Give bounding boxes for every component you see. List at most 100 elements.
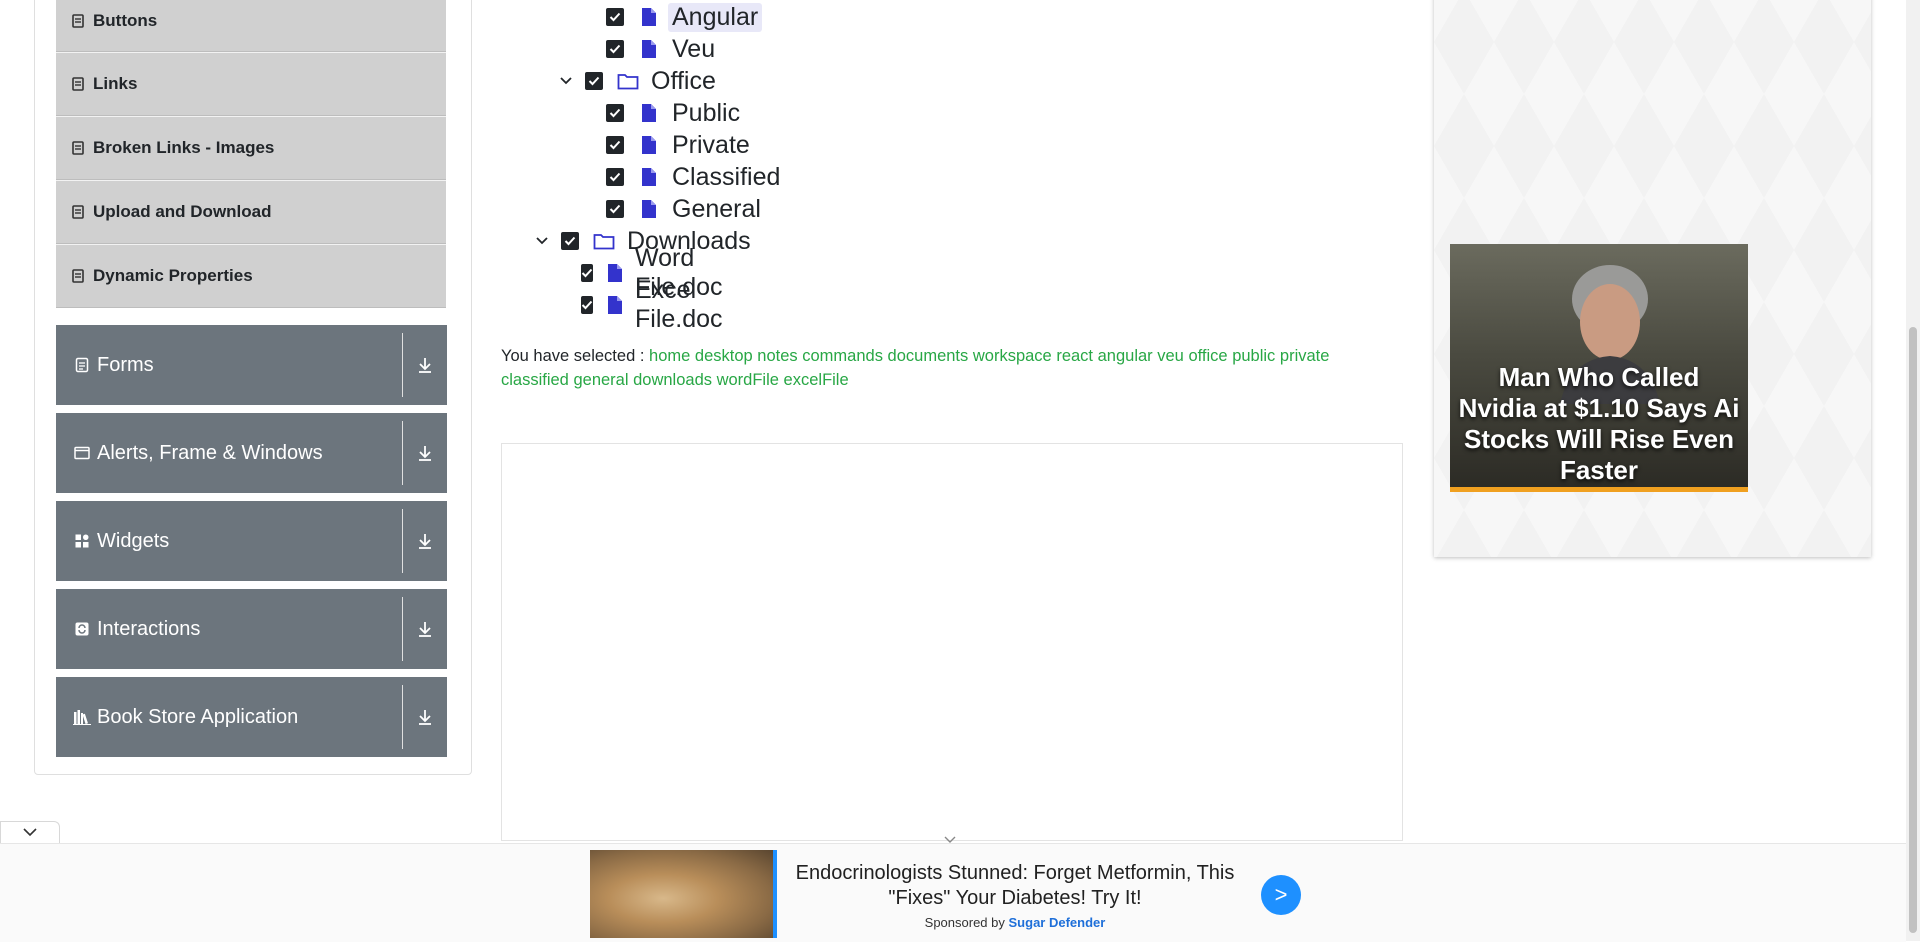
- file-icon: [607, 293, 623, 317]
- bottom-ad-accent: [773, 850, 777, 938]
- chevron-down-icon: [942, 832, 958, 843]
- download-arrow-icon[interactable]: [413, 325, 437, 405]
- tree-node-label: General: [672, 194, 761, 223]
- tree-node-label: Office: [651, 66, 716, 95]
- selected-item: general: [573, 371, 629, 389]
- selected-item: downloads: [633, 371, 712, 389]
- scrollbar-thumb[interactable]: [1909, 327, 1917, 933]
- file-icon: [638, 133, 660, 157]
- checkbox-checked[interactable]: [561, 232, 579, 250]
- folder-icon: [617, 69, 639, 93]
- checkbox-checked[interactable]: [581, 296, 593, 314]
- selected-item: workspace: [972, 347, 1052, 365]
- chevron-down-icon[interactable]: [533, 232, 551, 250]
- list-icon: [70, 268, 86, 284]
- bottom-ad-sponsor: Sponsored by Sugar Defender: [780, 915, 1250, 930]
- checkbox-checked[interactable]: [606, 168, 624, 186]
- folder-icon: [593, 229, 615, 253]
- checkbox-checked[interactable]: [585, 72, 603, 90]
- list-icon: [70, 140, 86, 156]
- group-label: Widgets: [97, 529, 170, 552]
- file-icon: [638, 5, 660, 29]
- window-icon: [73, 444, 91, 462]
- tree-node-label: Angular: [668, 2, 763, 32]
- menu-item-links[interactable]: Links: [56, 52, 446, 116]
- document-icon: [73, 356, 91, 374]
- download-arrow-icon[interactable]: [413, 677, 437, 757]
- download-arrow-icon[interactable]: [413, 501, 437, 581]
- menu-item-dynamic-properties[interactable]: Dynamic Properties: [56, 244, 446, 308]
- group-interactions[interactable]: Interactions: [56, 589, 447, 669]
- selected-item: notes: [757, 347, 798, 365]
- group-forms[interactable]: Forms: [56, 325, 447, 405]
- selected-item: angular: [1097, 347, 1153, 365]
- list-icon: [70, 13, 86, 29]
- group-label: Forms: [97, 353, 154, 376]
- books-icon: [73, 708, 91, 726]
- checkbox-checked[interactable]: [606, 104, 624, 122]
- selection-result: You have selected : home desktop notes c…: [501, 344, 1401, 392]
- interaction-icon: [73, 620, 91, 638]
- menu-item-buttons[interactable]: Buttons: [56, 0, 446, 52]
- file-icon: [638, 101, 660, 125]
- tree-node-angular[interactable]: Angular: [606, 2, 763, 32]
- tree-node-veu[interactable]: Veu: [606, 34, 715, 64]
- bottom-ad-image[interactable]: [590, 850, 773, 938]
- group-label: Alerts, Frame & Windows: [97, 441, 323, 464]
- selected-item: desktop: [694, 347, 753, 365]
- ad-go-button[interactable]: >: [1261, 875, 1301, 915]
- menu-item-broken-links[interactable]: Broken Links - Images: [56, 116, 446, 180]
- sponsored-prefix: Sponsored by: [924, 915, 1005, 930]
- tree-node-public[interactable]: Public: [606, 98, 740, 128]
- side-ad-accent-bar: [1450, 487, 1748, 492]
- side-ad-card[interactable]: Man Who Called Nvidia at $1.10 Says Ai S…: [1450, 244, 1748, 492]
- selected-item: private: [1279, 347, 1330, 365]
- menu-item-upload-download[interactable]: Upload and Download: [56, 180, 446, 244]
- sponsor-link[interactable]: Sugar Defender: [1009, 915, 1106, 930]
- checkbox-checked[interactable]: [606, 136, 624, 154]
- download-arrow-icon[interactable]: [413, 413, 437, 493]
- menu-item-label: Broken Links - Images: [93, 138, 275, 157]
- tree-node-general[interactable]: General: [606, 194, 761, 224]
- checkbox-checked[interactable]: [606, 200, 624, 218]
- selected-item: excelFile: [783, 371, 849, 389]
- tree-node-classified[interactable]: Classified: [606, 162, 780, 192]
- tree-node-label: Excel File.doc: [635, 276, 723, 333]
- group-widgets[interactable]: Widgets: [56, 501, 447, 581]
- list-icon: [70, 76, 86, 92]
- selected-item: documents: [887, 347, 969, 365]
- selected-item: home: [649, 347, 691, 365]
- bottom-ad-headline[interactable]: Endocrinologists Stunned: Forget Metform…: [780, 861, 1250, 911]
- group-book-store[interactable]: Book Store Application: [56, 677, 447, 757]
- elements-submenu: Buttons Links Broken Links - Images Uplo…: [56, 0, 446, 308]
- file-icon: [638, 37, 660, 61]
- group-divider: [402, 333, 403, 397]
- tree-node-office[interactable]: Office: [557, 66, 716, 96]
- side-ad-headline: Man Who Called Nvidia at $1.10 Says Ai S…: [1458, 362, 1740, 485]
- group-divider: [402, 509, 403, 573]
- checkbox-checked[interactable]: [606, 8, 624, 26]
- group-divider: [402, 421, 403, 485]
- menu-item-label: Links: [93, 74, 138, 93]
- menu-item-label: Buttons: [93, 11, 158, 30]
- ad-frame: [501, 443, 1403, 841]
- selected-item: office: [1188, 347, 1228, 365]
- group-label: Interactions: [97, 617, 201, 640]
- sidebar-groups: Forms Alerts, Frame & Windows Widgets In…: [56, 325, 447, 765]
- tree-node-label: Public: [672, 98, 741, 127]
- checkbox-checked[interactable]: [606, 40, 624, 58]
- download-arrow-icon[interactable]: [413, 589, 437, 669]
- tree-node-excel-file[interactable]: Excel File.doc: [581, 276, 735, 333]
- menu-item-label: Upload and Download: [93, 202, 272, 221]
- selected-item: react: [1056, 347, 1094, 365]
- chevron-down-icon[interactable]: [557, 72, 575, 90]
- result-prefix: You have selected :: [501, 347, 645, 365]
- checkbox-checked[interactable]: [581, 264, 593, 282]
- tree-node-private[interactable]: Private: [606, 130, 750, 160]
- tree-node-label: Classified: [672, 162, 781, 191]
- group-alerts-frames-windows[interactable]: Alerts, Frame & Windows: [56, 413, 447, 493]
- list-icon: [70, 204, 86, 220]
- file-icon: [607, 261, 623, 285]
- collapse-ad-button[interactable]: [0, 821, 60, 844]
- selected-item: veu: [1157, 347, 1184, 365]
